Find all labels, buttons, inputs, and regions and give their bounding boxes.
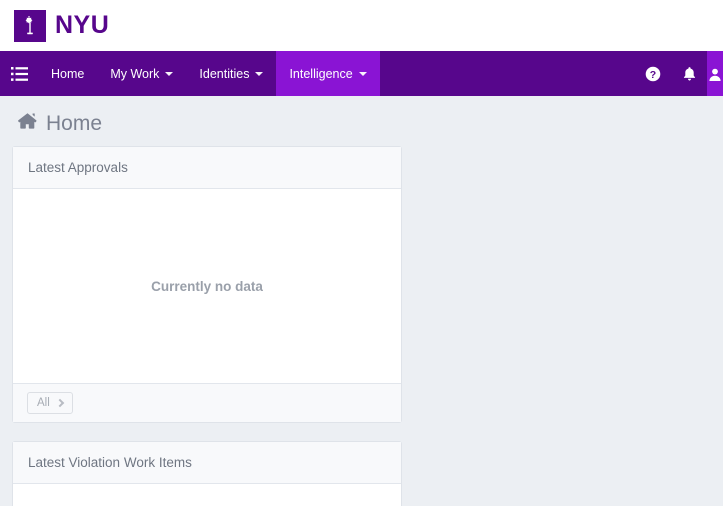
brand-name: NYU [55, 13, 109, 38]
navbar-right-group: ? [635, 51, 723, 96]
page-title: Home [46, 113, 102, 134]
empty-state-message: Currently no data [151, 279, 263, 294]
nav-item-intelligence[interactable]: Intelligence [276, 51, 379, 96]
nav-item-home-label: Home [51, 67, 84, 81]
brand-header: NYU [0, 0, 723, 51]
nav-item-home[interactable]: Home [38, 51, 97, 96]
nyu-torch-icon [14, 10, 46, 42]
help-circle-icon[interactable]: ? [635, 51, 671, 96]
dashboard-card-grid: Latest Approvals Currently no data All L… [0, 146, 723, 506]
chevron-down-icon [255, 72, 263, 76]
chevron-right-icon [56, 399, 64, 407]
view-all-button[interactable]: All [27, 392, 73, 414]
view-all-button-label: All [37, 397, 50, 409]
nav-item-intelligence-label: Intelligence [289, 67, 352, 81]
card-header: Latest Violation Work Items [13, 442, 401, 484]
hamburger-list-icon[interactable] [0, 51, 38, 96]
brand-home-link[interactable]: NYU [14, 10, 109, 42]
primary-navbar: Home My Work Identities Intelligence ? [0, 51, 723, 96]
nav-item-my-work-label: My Work [110, 67, 159, 81]
nav-item-identities-label: Identities [199, 67, 249, 81]
card-footer: All [13, 383, 401, 422]
nav-item-my-work[interactable]: My Work [97, 51, 186, 96]
chevron-down-icon [165, 72, 173, 76]
card-latest-violation-work-items: Latest Violation Work Items Currently no… [12, 441, 402, 506]
breadcrumb: Home [0, 96, 723, 146]
home-house-icon [18, 112, 37, 134]
svg-text:?: ? [650, 68, 656, 80]
chevron-down-icon [359, 72, 367, 76]
nav-item-identities[interactable]: Identities [186, 51, 276, 96]
card-body: Currently no data [13, 484, 401, 506]
card-header: Latest Approvals [13, 147, 401, 189]
bell-notification-icon[interactable] [671, 51, 707, 96]
card-latest-approvals: Latest Approvals Currently no data All [12, 146, 402, 423]
card-body: Currently no data [13, 189, 401, 383]
user-avatar-icon[interactable] [707, 51, 723, 96]
navbar-left-group: Home My Work Identities Intelligence [0, 51, 380, 96]
